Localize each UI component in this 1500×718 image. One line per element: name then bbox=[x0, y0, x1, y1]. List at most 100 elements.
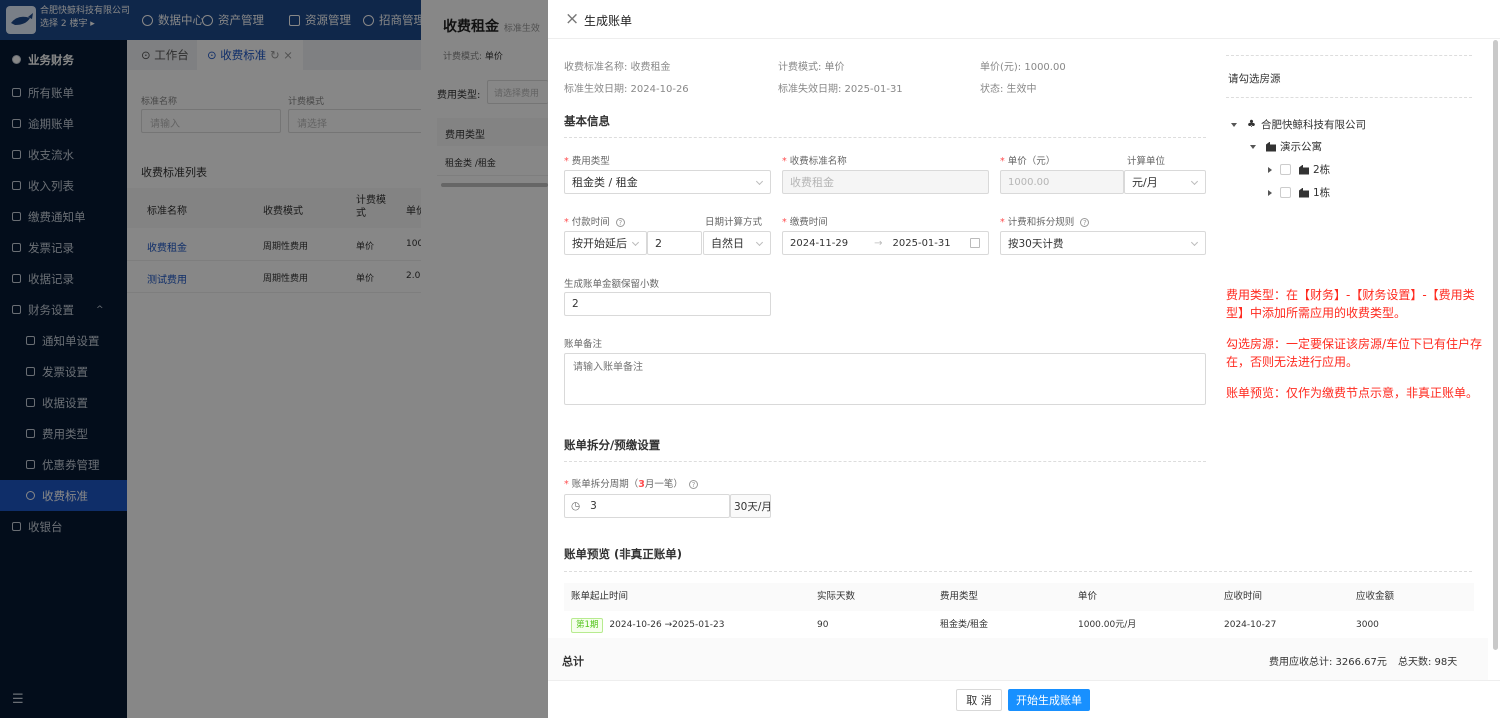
input-value: 3 bbox=[590, 500, 597, 512]
label-due-time: * 缴费时间 bbox=[782, 217, 828, 228]
select-value: 元/月 bbox=[1132, 176, 1158, 189]
label-split-period: * 账单拆分周期（3月一笔）? bbox=[564, 476, 698, 490]
arrow-right-icon: → bbox=[874, 237, 883, 249]
pay-days-input[interactable]: 2 bbox=[647, 231, 702, 255]
drawer-header: × 生成账单 bbox=[548, 0, 1500, 39]
table-cell: 租金类/租金 bbox=[940, 620, 989, 630]
period-cell: 第1期 2024-10-26 →2025-01-23 bbox=[571, 611, 724, 639]
tree-node-building[interactable]: 2栋 bbox=[1268, 162, 1330, 177]
chevron-down-icon bbox=[631, 238, 640, 247]
chevron-down-icon bbox=[1190, 177, 1199, 186]
divider bbox=[1226, 55, 1472, 56]
column-header: 费用类型 bbox=[940, 591, 979, 602]
total-amount: 费用应收总计: 3266.67元 bbox=[1269, 657, 1387, 668]
chevron-down-icon bbox=[1190, 238, 1199, 247]
property-selector-title: 请勾选房源 bbox=[1228, 73, 1281, 85]
column-header: 账单起止时间 bbox=[571, 591, 629, 602]
section-basic-info: 基本信息 bbox=[564, 114, 610, 128]
tree-node-project[interactable]: 演示公寓 bbox=[1250, 139, 1322, 154]
generate-bill-button[interactable]: 开始生成账单 bbox=[1008, 689, 1090, 711]
caret-right-icon[interactable] bbox=[1268, 166, 1272, 173]
chevron-down-icon bbox=[755, 238, 764, 247]
label-decimals: 生成账单金额保留小数 bbox=[564, 279, 660, 290]
select-value: 按30天计费 bbox=[1008, 237, 1064, 250]
total-bar: 总计 费用应收总计: 3266.67元 总天数: 98天 bbox=[548, 638, 1488, 680]
table-cell: 3000 bbox=[1356, 620, 1379, 630]
preview-header bbox=[564, 583, 1474, 611]
building-icon bbox=[1299, 164, 1309, 175]
fee-type-select[interactable]: 租金类 / 租金 bbox=[564, 170, 771, 194]
tree-label: 2栋 bbox=[1313, 164, 1331, 176]
building-icon bbox=[1266, 141, 1276, 152]
tree-label: 1栋 bbox=[1313, 187, 1331, 199]
select-value: 自然日 bbox=[711, 237, 744, 250]
label-calc-unit: 计算单位 bbox=[1127, 156, 1166, 167]
divider bbox=[1226, 97, 1472, 98]
cancel-button[interactable]: 取 消 bbox=[956, 689, 1002, 711]
range-start: 2024-11-29 bbox=[790, 237, 849, 249]
calc-unit-select[interactable]: 元/月 bbox=[1124, 170, 1206, 194]
vertical-scrollbar[interactable] bbox=[1493, 40, 1498, 650]
label-date-method: 日期计算方式 bbox=[705, 217, 763, 228]
generate-bill-drawer: × 生成账单 收费标准名称: 收费租金 计费模式: 单价 单价(元): 1000… bbox=[548, 0, 1500, 718]
tree-label: 演示公寓 bbox=[1280, 141, 1322, 153]
table-cell: 90 bbox=[817, 620, 829, 630]
split-period-input[interactable]: ◷ 3 bbox=[564, 494, 730, 518]
period-range: 2024-10-26 →2025-01-23 bbox=[609, 620, 725, 630]
column-header: 实际天数 bbox=[817, 591, 856, 602]
info-status: 状态: 生效中 bbox=[980, 84, 1037, 95]
decimals-input[interactable]: 2 bbox=[564, 292, 771, 316]
period-tag: 第1期 bbox=[571, 618, 604, 633]
close-icon[interactable]: × bbox=[565, 9, 579, 29]
date-method-select[interactable]: 自然日 bbox=[703, 231, 771, 255]
info-standard-name: 收费标准名称: 收费租金 bbox=[564, 62, 671, 73]
clock-icon: ◷ bbox=[571, 500, 581, 512]
due-date-range-picker[interactable]: 2024-11-29 → 2025-01-31 bbox=[782, 231, 989, 255]
split-unit-suffix: 30天/月 bbox=[730, 494, 771, 518]
remark-textarea[interactable] bbox=[564, 353, 1206, 405]
unit-price-input[interactable]: 1000.00 bbox=[1000, 170, 1124, 194]
standard-name-input[interactable]: 收费租金 bbox=[782, 170, 989, 194]
tree-label: 合肥快鲸科技有限公司 bbox=[1260, 119, 1366, 131]
caret-down-icon[interactable] bbox=[1250, 144, 1256, 149]
column-header: 应收金额 bbox=[1356, 591, 1395, 602]
label-billing-rule: * 计费和拆分规则? bbox=[1000, 214, 1090, 228]
chevron-down-icon bbox=[755, 177, 764, 186]
building-checkbox[interactable] bbox=[1280, 187, 1291, 198]
column-header: 应收时间 bbox=[1224, 591, 1263, 602]
label-pay-time: * 付款时间? bbox=[564, 214, 625, 228]
section-bill-preview: 账单预览 (非真正账单) bbox=[564, 547, 683, 561]
label-remark: 账单备注 bbox=[564, 339, 603, 350]
info-billing-mode: 计费模式: 单价 bbox=[778, 62, 845, 73]
info-effective-date: 标准生效日期: 2024-10-26 bbox=[564, 84, 689, 95]
divider bbox=[564, 137, 1206, 138]
select-value: 按开始延后 bbox=[572, 237, 627, 250]
billing-rule-select[interactable]: 按30天计费 bbox=[1000, 231, 1206, 255]
label-fee-type: * 费用类型 bbox=[564, 156, 610, 167]
column-header: 单价 bbox=[1078, 591, 1098, 602]
total-label: 总计 bbox=[562, 655, 584, 668]
select-value: 租金类 / 租金 bbox=[572, 176, 638, 189]
building-checkbox[interactable] bbox=[1280, 164, 1291, 175]
total-days: 总天数: 98天 bbox=[1398, 657, 1458, 668]
tree-node-company[interactable]: ♣ 合肥快鲸科技有限公司 bbox=[1231, 117, 1366, 132]
range-end: 2025-01-31 bbox=[892, 237, 951, 249]
pay-mode-select[interactable]: 按开始延后 bbox=[564, 231, 647, 255]
info-expiry-date: 标准失效日期: 2025-01-31 bbox=[778, 84, 903, 95]
organization-icon: ♣ bbox=[1247, 119, 1256, 130]
note-bill-preview: 账单预览：仅作为缴费节点示意，非真正账单。 bbox=[1226, 386, 1479, 400]
tree-node-building[interactable]: 1栋 bbox=[1268, 185, 1330, 200]
caret-down-icon[interactable] bbox=[1231, 122, 1237, 127]
help-icon[interactable]: ? bbox=[615, 218, 625, 227]
caret-right-icon[interactable] bbox=[1268, 189, 1272, 196]
divider bbox=[564, 571, 1472, 572]
help-icon[interactable]: ? bbox=[1080, 218, 1090, 227]
section-split-settings: 账单拆分/预缴设置 bbox=[564, 438, 661, 452]
label-standard-name: * 收费标准名称 bbox=[782, 156, 847, 167]
help-icon[interactable]: ? bbox=[688, 480, 698, 489]
table-cell: 2024-10-27 bbox=[1224, 620, 1277, 630]
building-icon bbox=[1299, 187, 1309, 198]
divider bbox=[564, 461, 1206, 462]
modal-overlay[interactable] bbox=[0, 0, 548, 718]
label-unit-price: * 单价（元） bbox=[1000, 156, 1056, 167]
